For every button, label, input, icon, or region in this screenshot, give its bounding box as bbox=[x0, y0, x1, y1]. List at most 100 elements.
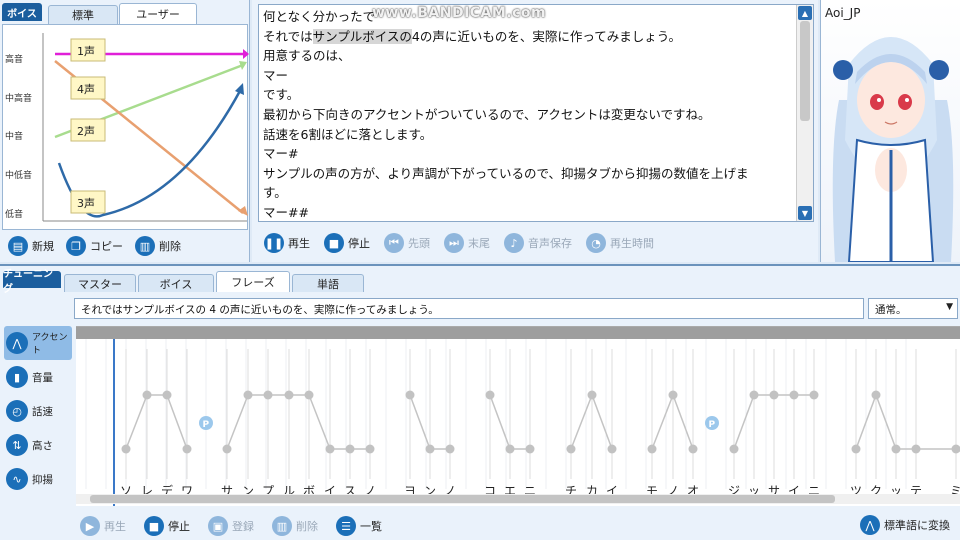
accent-point[interactable] bbox=[304, 390, 314, 400]
side-tool-label: 高さ bbox=[32, 439, 53, 452]
skip-back-icon: ⏮ bbox=[384, 233, 404, 253]
intonation-icon: ∿ bbox=[6, 468, 28, 490]
side-tool-intonation[interactable]: ∿ 抑揚 bbox=[4, 462, 72, 496]
accent-point[interactable] bbox=[365, 444, 375, 454]
player-pause-button[interactable]: ❚❚ 再生 bbox=[264, 233, 310, 253]
mode-select[interactable]: 通常。 ▼ bbox=[868, 298, 958, 319]
phrase-input[interactable]: それではサンプルボイスの 4 の声に近いものを、実際に作ってみましょう。 bbox=[74, 298, 864, 319]
accent-point[interactable] bbox=[668, 390, 678, 400]
accent-point[interactable] bbox=[345, 444, 355, 454]
tab-standard[interactable]: 標準 bbox=[48, 5, 118, 24]
vertical-scrollbar[interactable]: ▲ ▼ bbox=[796, 5, 813, 221]
text-line[interactable]: マー## bbox=[263, 203, 791, 221]
player-wav-button[interactable]: ♪ 音声保存 bbox=[504, 233, 572, 253]
accent-point[interactable] bbox=[445, 444, 455, 454]
accent-point[interactable] bbox=[809, 390, 819, 400]
player-button-label: 末尾 bbox=[468, 237, 490, 250]
convert-to-standard-button[interactable]: ⋀ 標準語に変換 bbox=[860, 515, 950, 535]
accent-point[interactable] bbox=[566, 444, 576, 454]
text-line[interactable]: マー bbox=[263, 66, 791, 86]
accent-point[interactable] bbox=[891, 444, 901, 454]
pitch-level-mid-high: 中高音 bbox=[5, 92, 32, 104]
text-line[interactable]: サンプルの声の方が、より声調が下がっているので、抑揚タブから抑揚の数値を上げま bbox=[263, 164, 791, 184]
tab-voice[interactable]: ボイス bbox=[138, 274, 214, 292]
side-tool-pitch[interactable]: ⇅ 高さ bbox=[4, 428, 72, 462]
accent-point[interactable] bbox=[485, 390, 495, 400]
copy-voice-button[interactable]: ❐ コピー bbox=[66, 236, 123, 256]
accent-point[interactable] bbox=[425, 444, 435, 454]
accent-point[interactable] bbox=[405, 390, 415, 400]
scroll-thumb[interactable] bbox=[90, 495, 835, 503]
accent-point[interactable] bbox=[688, 444, 698, 454]
accent-graph[interactable]: ソレデワサンプルボイスノヨンノコエニチカイモノオジッサイニツクッテミPP bbox=[76, 339, 960, 506]
tuning-trash-button[interactable]: ▥ 削除 bbox=[272, 516, 318, 536]
side-tool-speed[interactable]: ◴ 話速 bbox=[4, 394, 72, 428]
accent-point[interactable] bbox=[243, 390, 253, 400]
player-stop-button[interactable]: ■ 停止 bbox=[324, 233, 370, 253]
text-line[interactable]: 話速を6割ほどに落とします。 bbox=[263, 125, 791, 145]
tuning-stop-button[interactable]: ■ 停止 bbox=[144, 516, 190, 536]
wav-icon: ♪ bbox=[504, 233, 524, 253]
text-line[interactable]: マー# bbox=[263, 144, 791, 164]
scroll-down-icon[interactable]: ▼ bbox=[798, 206, 812, 220]
script-text-area[interactable]: 何となく分かったで それではサンプルボイスの4の声に近いものを、実際に作ってみまし… bbox=[258, 4, 814, 222]
accent-point[interactable] bbox=[587, 390, 597, 400]
scroll-up-icon[interactable]: ▲ bbox=[798, 6, 812, 20]
accent-point[interactable] bbox=[647, 444, 657, 454]
tab-user[interactable]: ユーザー bbox=[119, 3, 197, 24]
tuning-button-label: 再生 bbox=[104, 520, 126, 533]
tuning-list-button[interactable]: ☰ 一覧 bbox=[336, 516, 382, 536]
pause-marker-label: P bbox=[203, 420, 210, 430]
accent-point[interactable] bbox=[505, 444, 515, 454]
accent-point[interactable] bbox=[182, 444, 192, 454]
text-line[interactable]: 用意するのは、 bbox=[263, 46, 791, 66]
tab-word[interactable]: 単語 bbox=[292, 274, 364, 292]
accent-editor[interactable]: ソレデワサンプルボイスノヨンノコエニチカイモノオジッサイニツクッテミPP bbox=[76, 326, 960, 506]
accent-point[interactable] bbox=[951, 444, 960, 454]
player-clock-button[interactable]: ◔ 再生時間 bbox=[586, 233, 654, 253]
accent-point[interactable] bbox=[525, 444, 535, 454]
accent-point[interactable] bbox=[789, 390, 799, 400]
tuning-button-label: 一覧 bbox=[360, 520, 382, 533]
text-segment: 話速を6割ほどに落とします。 bbox=[263, 126, 433, 142]
tab-phrase[interactable]: フレーズ bbox=[216, 271, 290, 292]
new-voice-button[interactable]: ▤ 新規 bbox=[8, 236, 54, 256]
text-line[interactable]: す。 bbox=[263, 183, 791, 203]
accent-point[interactable] bbox=[769, 390, 779, 400]
voice-panel-label: ボイス bbox=[2, 3, 42, 21]
accent-point[interactable] bbox=[871, 390, 881, 400]
player-skip-forward-button[interactable]: ⏭ 末尾 bbox=[444, 233, 490, 253]
tuning-save-button[interactable]: ▣ 登録 bbox=[208, 516, 254, 536]
text-segment: マー bbox=[263, 67, 289, 83]
accent-point[interactable] bbox=[325, 444, 335, 454]
voice-tone-chart[interactable]: 高音 中高音 中音 中低音 低音 1声 4声 2声 3声 bbox=[2, 24, 249, 230]
accent-point[interactable] bbox=[263, 390, 273, 400]
copy-label: コピー bbox=[90, 240, 123, 253]
accent-point[interactable] bbox=[222, 444, 232, 454]
side-tool-volume[interactable]: ▮ 音量 bbox=[4, 360, 72, 394]
text-line[interactable]: です。 bbox=[263, 85, 791, 105]
player-skip-back-button[interactable]: ⏮ 先頭 bbox=[384, 233, 430, 253]
accent-point[interactable] bbox=[162, 390, 172, 400]
side-tool-accent[interactable]: ⋀ アクセント bbox=[4, 326, 72, 360]
accent-point[interactable] bbox=[749, 390, 759, 400]
speed-icon: ◴ bbox=[6, 400, 28, 422]
accent-point[interactable] bbox=[142, 390, 152, 400]
player-button-label: 停止 bbox=[348, 237, 370, 250]
accent-point[interactable] bbox=[911, 444, 921, 454]
chevron-down-icon: ▼ bbox=[946, 302, 953, 312]
scroll-thumb[interactable] bbox=[800, 21, 810, 121]
tuning-play-button[interactable]: ▶ 再生 bbox=[80, 516, 126, 536]
tab-master[interactable]: マスター bbox=[64, 274, 136, 292]
horizontal-scrollbar[interactable] bbox=[76, 494, 960, 504]
text-line[interactable]: それではサンプルボイスの4の声に近いものを、実際に作ってみましょう。 bbox=[263, 27, 791, 47]
accent-point[interactable] bbox=[607, 444, 617, 454]
tuning-button-label: 停止 bbox=[168, 520, 190, 533]
accent-point[interactable] bbox=[729, 444, 739, 454]
delete-voice-button[interactable]: ▥ 削除 bbox=[135, 236, 181, 256]
text-line[interactable]: 最初から下向きのアクセントがついているので、アクセントは変更ないですね。 bbox=[263, 105, 791, 125]
accent-point[interactable] bbox=[121, 444, 131, 454]
accent-point[interactable] bbox=[851, 444, 861, 454]
accent-point[interactable] bbox=[284, 390, 294, 400]
tone1-label: 1声 bbox=[77, 44, 95, 58]
